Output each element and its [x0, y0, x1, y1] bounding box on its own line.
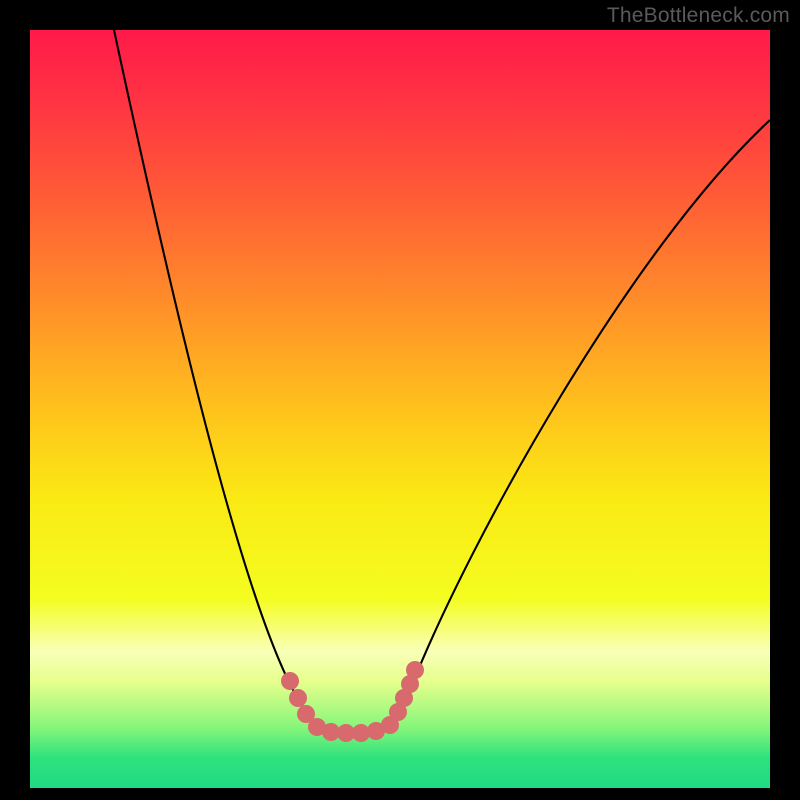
watermark-text: TheBottleneck.com — [607, 4, 790, 28]
optimal-point-marker — [289, 689, 307, 707]
optimal-point-marker — [281, 672, 299, 690]
chart-frame: TheBottleneck.com — [0, 0, 800, 800]
plot-svg — [30, 30, 770, 788]
optimal-point-marker — [406, 661, 424, 679]
gradient-background — [30, 30, 770, 788]
bottleneck-plot — [30, 30, 770, 788]
